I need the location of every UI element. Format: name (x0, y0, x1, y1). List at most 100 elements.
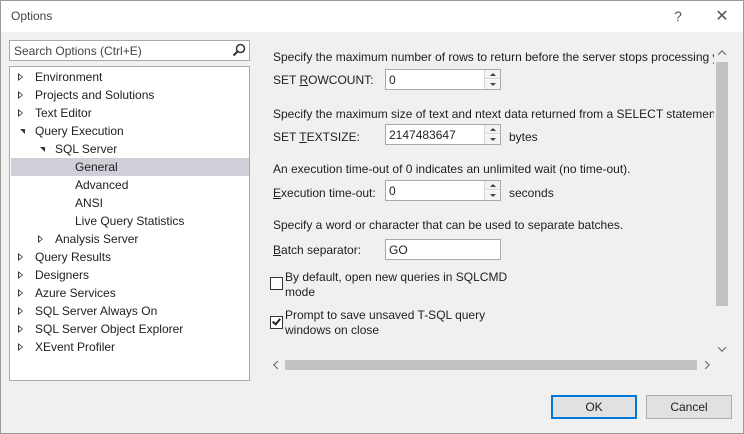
scroll-left-button[interactable] (269, 357, 283, 373)
triangle-icon (18, 270, 24, 280)
tree-item-label: Azure Services (35, 286, 116, 300)
collapsed-arrow-icon[interactable] (15, 248, 27, 266)
textsize-unit: bytes (509, 130, 538, 144)
collapsed-arrow-icon[interactable] (15, 86, 27, 104)
tree-item[interactable]: Azure Services (11, 284, 249, 302)
tree-item[interactable]: General (11, 158, 249, 176)
scroll-right-button[interactable] (700, 357, 714, 373)
sqlcmd-mode-label[interactable]: By default, open new queries in SQLCMD mo… (285, 270, 507, 300)
rowcount-spin-buttons (484, 70, 500, 89)
collapsed-arrow-icon[interactable] (15, 302, 27, 320)
triangle-icon (18, 306, 24, 316)
tree-item-label: Live Query Statistics (75, 214, 185, 228)
tree-item-label: Designers (35, 268, 90, 282)
search-options-box[interactable] (9, 40, 250, 61)
tree-item[interactable]: Query Results (11, 248, 249, 266)
tree-item-label: SQL Server Always On (35, 304, 158, 318)
rowcount-description: Specify the maximum number of rows to re… (273, 50, 719, 64)
tree-item[interactable]: Live Query Statistics (11, 212, 249, 230)
triangle-icon (38, 234, 44, 244)
tree-item-label: ANSI (75, 196, 104, 210)
tree-item[interactable]: SQL Server Object Explorer (11, 320, 249, 338)
tree-item[interactable]: Advanced (11, 176, 249, 194)
tree-item-label: Analysis Server (55, 232, 139, 246)
sqlcmd-mode-checkbox[interactable] (270, 277, 283, 290)
textsize-input[interactable] (386, 125, 483, 144)
triangle-up-icon (489, 72, 496, 76)
tree-item[interactable]: Text Editor (11, 104, 249, 122)
tree-item-label: Query Execution (35, 124, 124, 138)
triangle-icon (18, 252, 24, 262)
horizontal-scroll-thumb[interactable] (285, 360, 697, 370)
tree-item-label: SQL Server Object Explorer (35, 322, 184, 336)
tree-item[interactable]: ANSI (11, 194, 249, 212)
textsize-spinner[interactable] (385, 124, 501, 145)
chevron-right-icon (701, 360, 710, 370)
collapsed-arrow-icon[interactable] (15, 338, 27, 356)
close-button[interactable]: ✕ (711, 5, 733, 27)
rowcount-spinner[interactable] (385, 69, 501, 90)
spin-down-button[interactable] (485, 191, 500, 200)
triangle-up-icon (489, 183, 496, 187)
spin-up-button[interactable] (485, 181, 500, 190)
batch-separator-input[interactable] (386, 240, 500, 259)
timeout-spinner[interactable] (385, 180, 501, 201)
triangle-icon (18, 108, 24, 118)
tree-item[interactable]: Environment (11, 68, 249, 86)
collapsed-arrow-icon[interactable] (15, 320, 27, 338)
options-dialog: Options ? ✕ Environment Projects and Solu… (0, 0, 744, 434)
collapsed-arrow-icon[interactable] (15, 284, 27, 302)
textsize-label: SET TEXTSIZE: (273, 130, 360, 144)
timeout-unit: seconds (509, 186, 554, 200)
tree-item[interactable]: Query Execution (11, 122, 249, 140)
expanded-arrow-icon[interactable] (35, 140, 47, 158)
timeout-label: Execution time-out: (273, 186, 376, 200)
scroll-up-button[interactable] (714, 46, 730, 60)
collapsed-arrow-icon[interactable] (15, 266, 27, 284)
search-options-input[interactable] (10, 41, 225, 60)
timeout-description: An execution time-out of 0 indicates an … (273, 162, 631, 176)
prompt-save-label[interactable]: Prompt to save unsaved T-SQL query window… (285, 308, 485, 338)
triangle-icon (18, 288, 24, 298)
timeout-spin-buttons (484, 181, 500, 200)
search-icon[interactable] (232, 43, 246, 57)
tree-item-label: Environment (35, 70, 103, 84)
collapsed-arrow-icon[interactable] (35, 230, 47, 248)
tree-item-label: Projects and Solutions (35, 88, 155, 102)
spin-down-button[interactable] (485, 135, 500, 144)
ok-button[interactable]: OK (551, 395, 637, 419)
help-button[interactable]: ? (667, 5, 689, 27)
batch-separator-field[interactable] (385, 239, 501, 260)
batch-description: Specify a word or character that can be … (273, 218, 624, 232)
tree-item[interactable]: Analysis Server (11, 230, 249, 248)
horizontal-scrollbar[interactable] (269, 357, 714, 373)
textsize-spin-buttons (484, 125, 500, 144)
textsize-description: Specify the maximum size of text and nte… (273, 107, 723, 121)
expanded-arrow-icon[interactable] (15, 122, 27, 140)
tree-item[interactable]: SQL Server Always On (11, 302, 249, 320)
collapsed-arrow-icon[interactable] (15, 104, 27, 122)
rowcount-input[interactable] (386, 70, 483, 89)
settings-panel: Specify the maximum number of rows to re… (269, 41, 729, 373)
triangle-icon (18, 90, 24, 100)
timeout-input[interactable] (386, 181, 483, 200)
spin-up-button[interactable] (485, 70, 500, 79)
tree-item[interactable]: XEvent Profiler (11, 338, 249, 356)
collapsed-arrow-icon[interactable] (15, 68, 27, 86)
tree-item[interactable]: Designers (11, 266, 249, 284)
scroll-down-button[interactable] (714, 342, 730, 356)
chevron-left-icon (273, 360, 282, 370)
tree-item-label: General (75, 160, 118, 174)
rowcount-label: SET ROWCOUNT: (273, 73, 374, 87)
triangle-down-icon (489, 194, 496, 197)
tree-item[interactable]: SQL Server (11, 140, 249, 158)
vertical-scroll-thumb[interactable] (716, 62, 728, 306)
prompt-save-checkbox[interactable] (270, 316, 283, 329)
tree-item-label: SQL Server (55, 142, 118, 156)
spin-up-button[interactable] (485, 125, 500, 134)
cancel-button[interactable]: Cancel (646, 395, 732, 419)
spin-down-button[interactable] (485, 80, 500, 89)
vertical-scrollbar[interactable] (714, 46, 730, 356)
tree-item[interactable]: Projects and Solutions (11, 86, 249, 104)
tree-item-label: Query Results (35, 250, 112, 264)
